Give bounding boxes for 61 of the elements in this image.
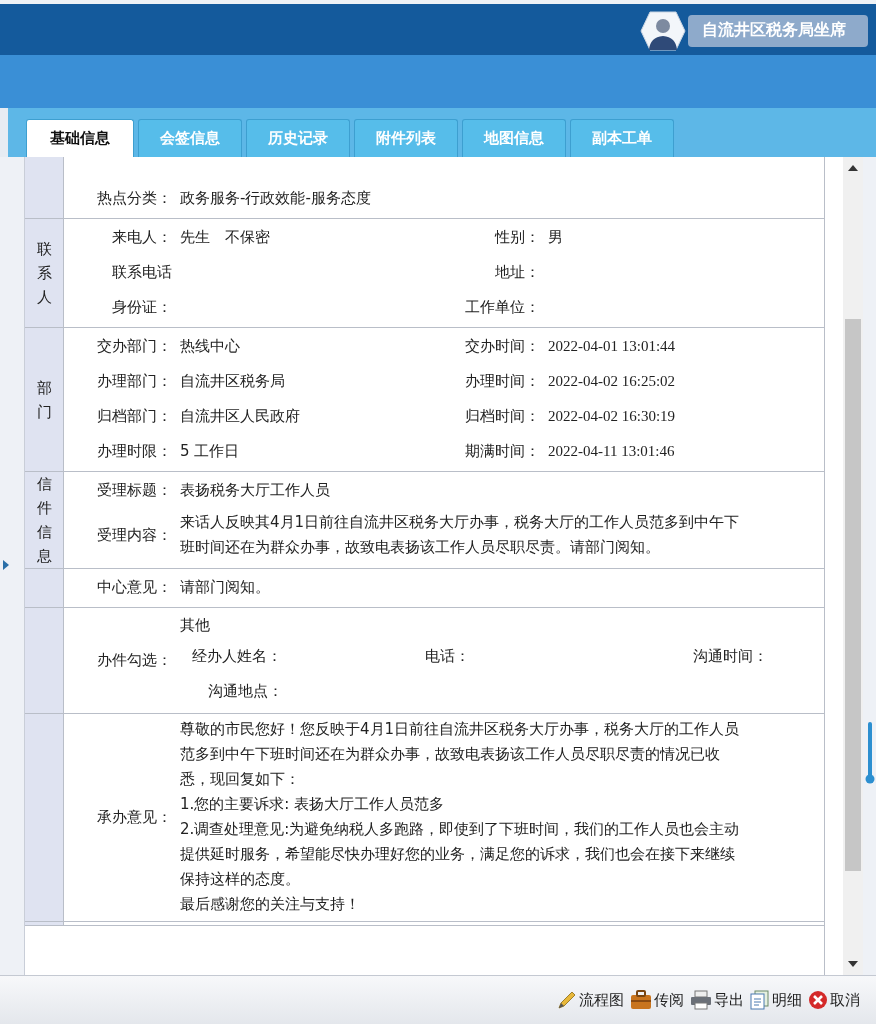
action-button[interactable]: 流程图 [555,990,626,1010]
field-label: 期满时间： [464,441,540,462]
field-value: 2022-04-02 16:30:19 [548,408,676,424]
scrollbar[interactable] [843,157,863,975]
printer-icon [690,990,712,1010]
collapse-handle-icon[interactable] [2,559,10,571]
field-value: 表扬税务大厅工作人员 [180,481,330,499]
scroll-thumb[interactable] [845,319,861,871]
field-label: 受理标题： [96,480,172,501]
action-button[interactable]: 传阅 [628,990,686,1010]
field-label: 办件勾选： [96,649,172,671]
field-label: 联系电话 [111,262,172,283]
scroll-up-icon[interactable] [848,165,858,171]
field-label: 办理部门： [96,371,172,392]
field-label: 交办时间： [464,336,540,357]
action-button[interactable]: 取消 [806,990,862,1010]
action-button[interactable]: 导出 [688,990,746,1010]
field-label: 热点分类： [96,188,172,209]
field-label: 交办部门： [96,336,172,357]
field-label: 沟通地点： [208,681,283,702]
section-label: 信件信息 [36,474,52,567]
field-label: 电话： [425,646,471,667]
field-label: 办理时限： [96,441,172,462]
field-label: 受理内容： [96,524,172,546]
field-value: 尊敬的市民您好！您反映于4月1日前往自流井区税务大厅办事，税务大厅的工作人员 范多到中午下班时间还在为群众办事，故致电表扬该工作人员尽职尽责的情况已收 悉，现回复如下： 1.您的主要诉求: 表扬大厅工作人员范多 2.调查处理意见:为避免纳税人多跑路，即使到了下班时间，我们的工作人员也会主动 提供延时服务，希望能尽快办理好您的业务，满足您的诉求，我们也会在接下来继续 保持这样的态度。 最后感谢您的关注与支持！ [179,719,741,915]
field-label: 身份证： [111,297,172,318]
field-label: 来电人： [111,227,172,248]
field-label: 办理时间： [464,371,540,392]
tab[interactable]: 基础信息 [26,119,134,157]
field-value: 自流井区人民政府 [180,407,300,425]
briefcase-icon [630,990,652,1010]
field-value: 2022-04-01 13:01:44 [548,338,676,354]
action-button[interactable]: 明细 [748,990,804,1010]
field-value: 2022-04-02 16:25:02 [548,373,676,389]
avatar-icon [640,10,686,51]
field-value: 男 [548,229,563,245]
field-label: 归档部门： [96,406,172,427]
field-value: 来话人反映其4月1日前往自流井区税务大厅办事，税务大厅的工作人员范多到中午下 班时间还在为群众办事，故致电表扬该工作人员尽职尽责。请部门阅知。 [179,512,741,558]
field-value: 政务服务-行政效能-服务态度 [180,189,371,207]
field-label: 承办意见： [96,806,172,828]
field-label: 地址： [494,262,540,283]
field-value: 热线中心 [180,337,240,355]
field-label: 中心意见： [96,577,172,598]
field-value: 2022-04-11 13:01:46 [548,443,675,459]
document-icon [750,990,770,1010]
section-label: 联系人 [36,239,52,308]
field-label: 工作单位： [464,297,540,318]
field-value: 5 工作日 [180,442,240,460]
field-label: 归档时间： [464,406,540,427]
close-icon [808,990,828,1010]
field-value: 其他 [180,616,210,634]
scroll-down-icon[interactable] [848,961,858,967]
field-value: 自流井区税务局 [180,372,285,390]
pencil-icon [557,990,577,1010]
field-value: 请部门阅知。 [180,578,270,596]
section-label: 部门 [36,377,52,423]
field-label: 经办人姓名： [192,646,283,667]
field-label: 性别： [493,227,540,248]
page-scroll-handle[interactable] [865,722,875,786]
field-value: 先生 不保密 [180,228,270,246]
field-label: 沟通时间： [693,646,769,667]
